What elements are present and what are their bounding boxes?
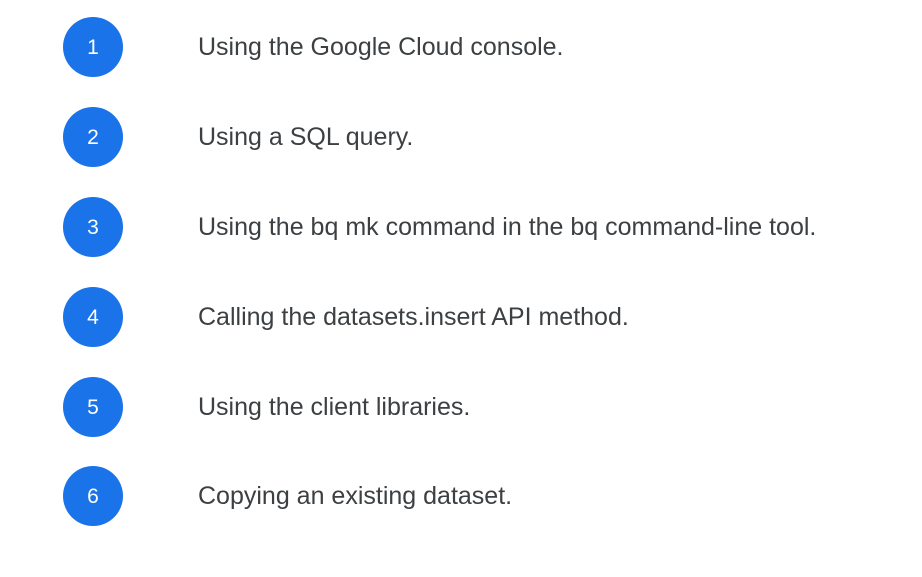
list-item-text: Using the Google Cloud console. [198, 32, 564, 61]
number-badge: 3 [63, 197, 123, 257]
numbered-list: 1 Using the Google Cloud console. 2 Usin… [0, 0, 922, 577]
list-item: 1 Using the Google Cloud console. [0, 17, 922, 77]
number-badge: 2 [63, 107, 123, 167]
list-item: 3 Using the bq mk command in the bq comm… [0, 197, 922, 257]
list-item-text: Using the bq mk command in the bq comman… [198, 212, 817, 241]
list-item: 6 Copying an existing dataset. [0, 466, 922, 526]
list-item: 2 Using a SQL query. [0, 107, 922, 167]
list-item: 4 Calling the datasets.insert API method… [0, 287, 922, 347]
list-item-text: Using a SQL query. [198, 122, 414, 151]
list-item-text: Calling the datasets.insert API method. [198, 302, 629, 331]
number-badge: 4 [63, 287, 123, 347]
list-item: 5 Using the client libraries. [0, 377, 922, 437]
number-badge: 5 [63, 377, 123, 437]
number-badge: 1 [63, 17, 123, 77]
list-item-text: Copying an existing dataset. [198, 481, 513, 510]
number-badge: 6 [63, 466, 123, 526]
list-item-text: Using the client libraries. [198, 392, 471, 421]
